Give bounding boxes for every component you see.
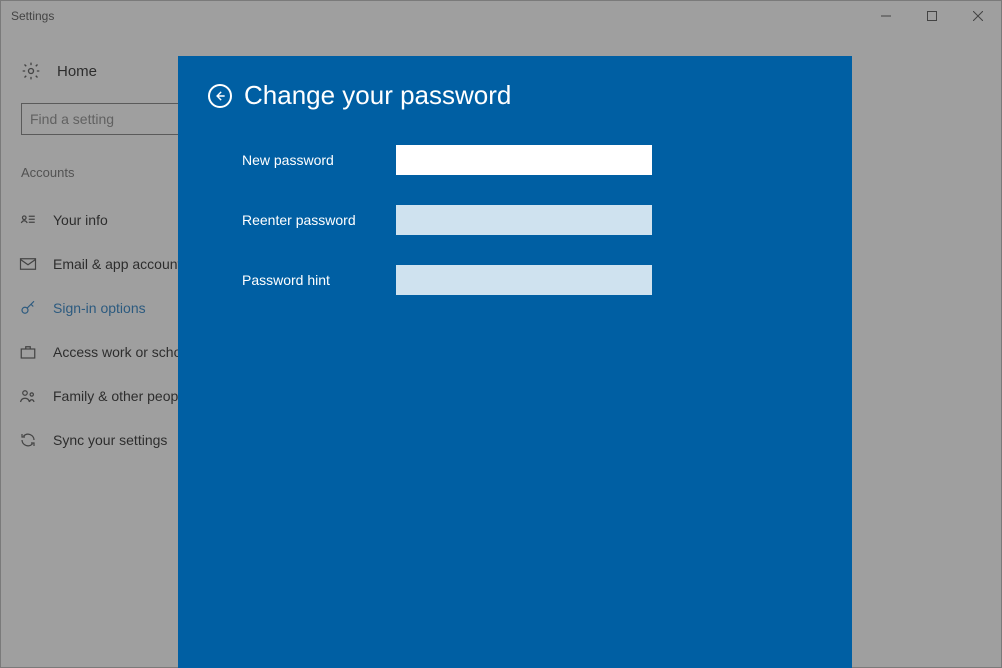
reenter-password-row: Reenter password <box>208 205 822 235</box>
reenter-password-input[interactable] <box>396 205 652 235</box>
settings-window: Settings Home <box>0 0 1002 668</box>
new-password-input[interactable] <box>396 145 652 175</box>
password-hint-input[interactable] <box>396 265 652 295</box>
password-hint-row: Password hint <box>208 265 822 295</box>
dialog-header: Change your password <box>208 80 822 111</box>
reenter-password-label: Reenter password <box>242 212 396 228</box>
dialog-title: Change your password <box>244 80 511 111</box>
new-password-label: New password <box>242 152 396 168</box>
new-password-row: New password <box>208 145 822 175</box>
change-password-dialog: Change your password New password Reente… <box>178 56 852 668</box>
password-hint-label: Password hint <box>242 272 396 288</box>
back-button[interactable] <box>208 84 232 108</box>
